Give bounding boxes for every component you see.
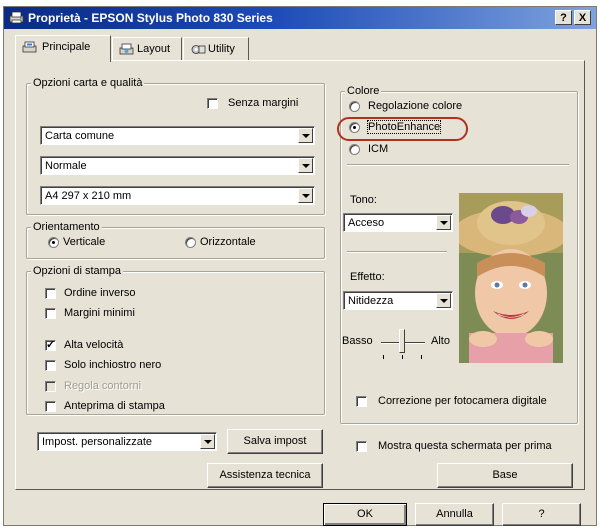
child-photo-image: [459, 193, 563, 363]
effect-select[interactable]: Nitidezza: [343, 291, 453, 310]
chevron-down-icon[interactable]: [200, 434, 215, 449]
layout-tab-icon: [119, 43, 134, 55]
color-adjust-radio[interactable]: [349, 101, 360, 112]
photoenhance-highlight: [337, 117, 468, 141]
landscape-label: Orizzontale: [200, 236, 256, 248]
effect-value: Nitidezza: [348, 295, 394, 307]
edge-smoothing-checkbox: [45, 381, 56, 392]
tab-layout[interactable]: Layout: [112, 37, 182, 60]
principale-tab-icon: [22, 41, 37, 53]
title-bar: Proprietà - EPSON Stylus Photo 830 Serie…: [4, 7, 596, 29]
custom-settings-select[interactable]: Impost. personalizzate: [37, 432, 217, 451]
digital-camera-correction-checkbox[interactable]: [356, 396, 367, 407]
media-type-value: Carta comune: [45, 130, 115, 142]
close-button[interactable]: X: [574, 10, 591, 25]
chevron-down-icon[interactable]: [436, 293, 451, 308]
color-separator: [347, 164, 569, 166]
tab-utility-label: Utility: [208, 43, 235, 55]
portrait-radio[interactable]: [48, 237, 59, 248]
sharpness-slider[interactable]: [381, 325, 425, 361]
printer-icon: [9, 11, 24, 24]
color-adjust-label: Regolazione colore: [368, 100, 463, 112]
cancel-button[interactable]: Annulla: [415, 503, 494, 526]
reverse-order-label: Ordine inverso: [64, 287, 136, 299]
digital-camera-correction-label: Correzione per fotocamera digitale: [378, 395, 547, 407]
reverse-order-checkbox[interactable]: [45, 288, 56, 299]
tab-principale[interactable]: Principale: [15, 35, 111, 62]
slider-thumb[interactable]: [399, 329, 405, 353]
high-speed-checkbox[interactable]: [45, 338, 56, 351]
tab-principale-label: Principale: [42, 41, 91, 53]
borderless-checkbox[interactable]: [207, 98, 218, 109]
quality-select[interactable]: Normale: [40, 156, 315, 175]
tone-select[interactable]: Acceso: [343, 213, 453, 232]
tone-label: Tono:: [350, 194, 377, 206]
color-legend: Colore: [345, 85, 382, 97]
custom-settings-value: Impost. personalizzate: [42, 436, 153, 448]
window-title: Proprietà - EPSON Stylus Photo 830 Serie…: [28, 11, 273, 25]
black-ink-checkbox[interactable]: [45, 360, 56, 371]
icm-radio[interactable]: [349, 144, 360, 155]
borderless-label: Senza margini: [228, 97, 299, 109]
show-first-label: Mostra questa schermata per prima: [378, 440, 552, 452]
help-button[interactable]: ?: [502, 503, 581, 526]
tone-value: Acceso: [348, 217, 385, 229]
edge-smoothing-label: Regola contorni: [64, 380, 142, 392]
black-ink-label: Solo inchiostro nero: [64, 359, 162, 371]
tone-separator: [347, 251, 447, 253]
effect-label: Effetto:: [350, 271, 385, 283]
tab-layout-label: Layout: [137, 43, 171, 55]
properties-dialog: Proprietà - EPSON Stylus Photo 830 Serie…: [3, 6, 597, 526]
paper-size-value: A4 297 x 210 mm: [45, 190, 132, 202]
minimum-margins-label: Margini minimi: [64, 307, 135, 319]
portrait-label: Verticale: [63, 236, 106, 248]
paper-quality-legend: Opzioni carta e qualità: [31, 77, 145, 89]
slider-low-label: Basso: [342, 335, 373, 347]
icm-label: ICM: [368, 143, 389, 155]
print-preview-label: Anteprima di stampa: [64, 400, 165, 412]
base-button[interactable]: Base: [437, 463, 573, 488]
help-title-button[interactable]: ?: [555, 10, 572, 25]
print-options-legend: Opzioni di stampa: [31, 265, 124, 277]
chevron-down-icon[interactable]: [298, 158, 313, 173]
slider-high-label: Alto: [431, 335, 450, 347]
preview-photo: [459, 193, 563, 363]
media-type-select[interactable]: Carta comune: [40, 126, 315, 145]
paper-size-select[interactable]: A4 297 x 210 mm: [40, 186, 315, 205]
tab-utility[interactable]: Utility: [183, 37, 249, 60]
utility-tab-icon: [191, 45, 206, 54]
print-preview-checkbox[interactable]: [45, 401, 56, 412]
chevron-down-icon[interactable]: [298, 188, 313, 203]
technical-support-button[interactable]: Assistenza tecnica: [207, 463, 323, 488]
chevron-down-icon[interactable]: [436, 215, 451, 230]
orientation-legend: Orientamento: [31, 221, 102, 233]
minimum-margins-checkbox[interactable]: [45, 308, 56, 319]
ok-button[interactable]: OK: [323, 503, 407, 526]
chevron-down-icon[interactable]: [298, 128, 313, 143]
show-first-checkbox[interactable]: [356, 441, 367, 452]
save-settings-button[interactable]: Salva impost: [227, 429, 323, 454]
landscape-radio[interactable]: [185, 237, 196, 248]
high-speed-label: Alta velocità: [64, 339, 124, 351]
quality-value: Normale: [45, 160, 87, 172]
